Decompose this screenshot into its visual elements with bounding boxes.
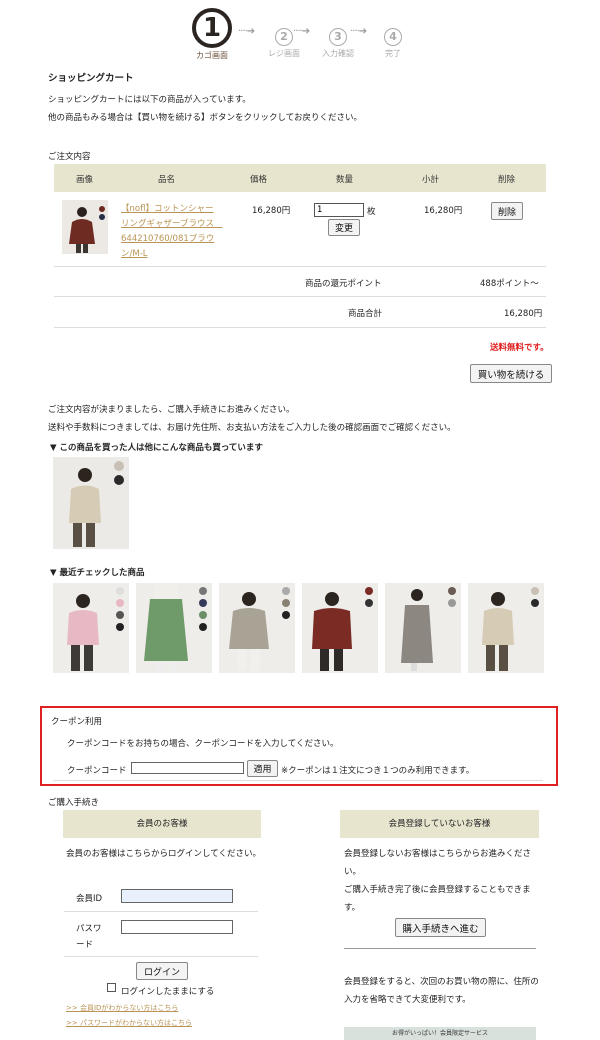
- divider: [64, 911, 258, 912]
- divider: [54, 296, 546, 297]
- step-1: 1 カゴ画面: [192, 8, 232, 61]
- total-value: 16,280円: [504, 309, 543, 319]
- checkout-note: 送料や手数料につきましては、お届け先住所、お支払い方法をご入力した後の確認画面で…: [48, 423, 456, 433]
- free-shipping-notice: 送料無料です。: [490, 343, 549, 353]
- keep-login-checkbox[interactable]: [107, 983, 116, 992]
- column-header: 品名: [158, 175, 176, 185]
- step-label: カゴ画面: [196, 51, 228, 60]
- update-quantity-button[interactable]: 変更: [328, 219, 360, 236]
- cart-intro-line: 他の商品もみる場合は【買い物を続ける】ボタンをクリックしてお戻りください。: [48, 113, 362, 123]
- password-label: パスワ: [76, 924, 102, 934]
- item-price: 16,280円: [252, 206, 291, 216]
- coupon-note: ※クーポンは１注文につき１つのみ利用できます。: [281, 766, 475, 776]
- column-header: 価格: [250, 175, 268, 185]
- column-header: 小計: [422, 175, 440, 185]
- proceed-to-checkout-button[interactable]: 購入手続きへ進む: [395, 918, 486, 937]
- product-name-link[interactable]: 【nofl】コットンシャーリングギャザーブラウス 644210760/081ブラ…: [121, 202, 223, 262]
- product-image[interactable]: [62, 200, 108, 254]
- keep-login-label: ログインしたままにする: [121, 987, 215, 997]
- divider: [64, 956, 258, 957]
- step-number: 3: [329, 28, 347, 46]
- recent-product-image[interactable]: [219, 583, 295, 673]
- continue-shopping-button[interactable]: 買い物を続ける: [470, 364, 552, 383]
- checkout-steps: 1 カゴ画面 ····➔ 2 レジ画面 ····➔ 3 入力確認 ····➔ 4…: [190, 8, 420, 64]
- step-label: 入力確認: [322, 49, 354, 58]
- checkout-note: ご注文内容が決まりましたら、ご購入手続きにお進みください。: [48, 405, 295, 415]
- recent-product-image[interactable]: [385, 583, 461, 673]
- recent-title: ▼ 最近チェックした商品: [50, 568, 145, 578]
- cart-intro-line: ショッピングカートには以下の商品が入っています。: [48, 95, 251, 105]
- recent-product-image[interactable]: [53, 583, 129, 673]
- password-input[interactable]: [121, 920, 233, 934]
- step-4: 4 完了: [384, 28, 402, 59]
- step-number: 4: [384, 28, 402, 46]
- member-description: 会員のお客様はこちらからログインしてください。: [66, 849, 261, 859]
- arrow-icon: ····➔: [293, 26, 310, 37]
- step-number: 2: [275, 28, 293, 46]
- quantity-unit: 枚: [367, 207, 376, 217]
- coupon-code-label: クーポンコード: [67, 766, 127, 776]
- page-title: ショッピングカート: [48, 73, 134, 84]
- order-table-header: 画像 品名 価格 数量 小計 削除: [54, 164, 546, 192]
- recent-product-image[interactable]: [468, 583, 544, 673]
- forgot-password-link[interactable]: >> パスワードがわからない方はこちら: [66, 1018, 192, 1028]
- divider: [344, 948, 536, 949]
- column-header: 画像: [76, 175, 94, 185]
- divider: [54, 327, 546, 328]
- apply-coupon-button[interactable]: 適用: [247, 760, 278, 777]
- points-value: 488ポイント〜: [480, 279, 539, 289]
- member-service-banner[interactable]: お得がいっぱい！会員限定サービス: [344, 1027, 536, 1040]
- also-bought-title: ▼ この商品を買った人は他にこんな商品も買っています: [50, 443, 263, 453]
- divider: [53, 780, 543, 781]
- password-label: ード: [76, 940, 94, 950]
- quantity-input[interactable]: [314, 203, 364, 217]
- member-panel-header: 会員のお客様: [63, 810, 261, 838]
- procedure-title: ご購入手続き: [48, 798, 100, 808]
- step-label: 完了: [385, 49, 401, 58]
- order-section-label: ご注文内容: [48, 152, 91, 162]
- member-benefit-text: 会員登録をすると、次回のお買い物の際に、住所の入力を省略できて大変便利です。: [344, 977, 539, 1005]
- recommended-product-image[interactable]: [53, 457, 129, 549]
- arrow-icon: ····➔: [238, 26, 255, 37]
- guest-description: ご購入手続き完了後に会員登録することもできます。: [344, 885, 531, 913]
- column-header: 数量: [336, 175, 354, 185]
- guest-description: 会員登録しないお客様はこちらからお進みください。: [344, 849, 532, 877]
- delete-item-button[interactable]: 削除: [491, 202, 523, 220]
- step-label: レジ画面: [268, 49, 300, 58]
- member-id-input[interactable]: [121, 889, 233, 903]
- guest-panel-header: 会員登録していないお客様: [340, 810, 539, 838]
- forgot-id-link[interactable]: >> 会員IDがわからない方はこちら: [66, 1003, 178, 1013]
- coupon-code-input[interactable]: [131, 762, 244, 774]
- item-subtotal: 16,280円: [424, 206, 463, 216]
- divider: [54, 266, 546, 267]
- coupon-description: クーポンコードをお持ちの場合、クーポンコードを入力してください。: [67, 739, 339, 749]
- recent-product-image[interactable]: [302, 583, 378, 673]
- member-id-label: 会員ID: [76, 894, 103, 904]
- recent-product-image[interactable]: [136, 583, 212, 673]
- step-number: 1: [192, 8, 232, 48]
- arrow-icon: ····➔: [350, 26, 367, 37]
- total-label: 商品合計: [348, 309, 383, 319]
- coupon-title: クーポン利用: [51, 717, 103, 727]
- login-button[interactable]: ログイン: [136, 962, 188, 980]
- column-header: 削除: [498, 175, 516, 185]
- points-label: 商品の還元ポイント: [305, 279, 382, 289]
